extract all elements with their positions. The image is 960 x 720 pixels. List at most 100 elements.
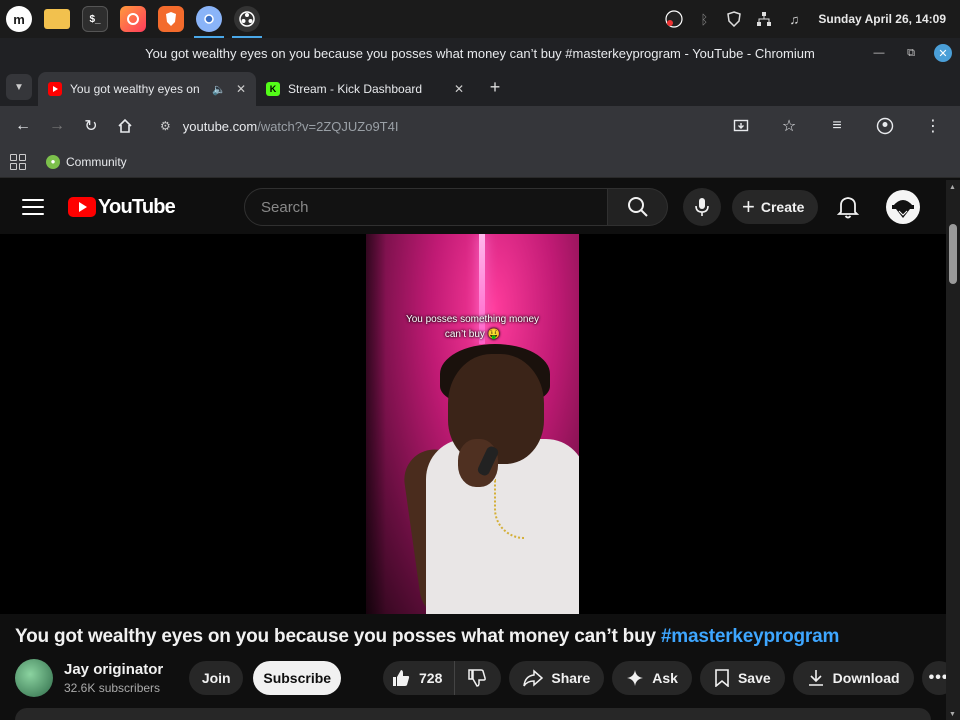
channel-avatar[interactable] bbox=[15, 659, 53, 697]
home-button[interactable] bbox=[110, 111, 140, 141]
address-bar[interactable]: ⚙ youtube.com/watch?v=2ZQJUZo9T4I bbox=[152, 111, 726, 141]
more-horizontal-icon: ••• bbox=[928, 669, 946, 686]
video-actions: 728 Share Ask Save Download •• bbox=[383, 661, 946, 695]
description-box[interactable] bbox=[15, 708, 931, 720]
video-shadow bbox=[366, 234, 386, 614]
files-folder-icon[interactable] bbox=[38, 0, 76, 38]
chromium-app-icon[interactable] bbox=[190, 0, 228, 38]
share-button[interactable]: Share bbox=[509, 661, 605, 695]
create-button[interactable]: + Create bbox=[732, 190, 819, 224]
caption-line-1: You posses something money bbox=[405, 314, 540, 325]
toolbar-actions: ☆ ≡ ⋮ bbox=[726, 111, 952, 141]
caption-line-2: can’t buy 🤑 bbox=[444, 329, 501, 340]
video-title-hashtag[interactable]: #masterkeyprogram bbox=[661, 626, 839, 647]
bookmark-icon bbox=[715, 669, 729, 687]
youtube-play-icon bbox=[68, 197, 96, 217]
page-scrollbar[interactable]: ▲ ▼ bbox=[946, 180, 960, 720]
system-tray: ᛒ ♫ Sunday April 26, 14:09 bbox=[664, 0, 960, 38]
tab-youtube[interactable]: You got wealthy eyes on 🔈 ✕ bbox=[38, 72, 256, 106]
kick-favicon-icon: K bbox=[266, 82, 280, 96]
notifications-bell-icon[interactable] bbox=[836, 194, 860, 220]
tab-close-button[interactable]: ✕ bbox=[454, 82, 464, 96]
reload-button[interactable]: ↻ bbox=[76, 111, 106, 141]
search-button[interactable] bbox=[608, 188, 668, 226]
shield-update-icon[interactable] bbox=[724, 9, 744, 29]
obs-tray-icon[interactable] bbox=[664, 9, 684, 29]
microphone-icon bbox=[695, 198, 709, 216]
bookmark-star-icon[interactable]: ☆ bbox=[774, 111, 804, 141]
brave-app-icon[interactable] bbox=[152, 0, 190, 38]
close-window-button[interactable]: ✕ bbox=[934, 44, 952, 62]
video-frame[interactable]: You posses something money can’t buy 🤑 bbox=[366, 234, 579, 614]
guide-menu-icon[interactable] bbox=[22, 199, 44, 215]
search-icon bbox=[627, 197, 648, 217]
new-tab-button[interactable]: + bbox=[482, 74, 508, 100]
speaker-icon[interactable]: 🔈 bbox=[212, 83, 226, 96]
video-player[interactable]: You posses something money can’t buy 🤑 bbox=[0, 234, 946, 614]
back-button[interactable]: ← bbox=[8, 111, 38, 141]
search-bar: Search bbox=[244, 188, 721, 226]
maximize-button[interactable]: ⧉ bbox=[902, 44, 920, 62]
voice-search-button[interactable] bbox=[683, 188, 721, 226]
youtube-masthead: YouTube Search + Create bbox=[0, 180, 946, 234]
scrollbar-thumb[interactable] bbox=[949, 224, 957, 284]
account-avatar[interactable] bbox=[886, 190, 920, 224]
browser-toolbar: ← → ↻ ⚙ youtube.com/watch?v=2ZQJUZo9T4I … bbox=[0, 106, 960, 146]
join-button[interactable]: Join bbox=[189, 661, 244, 695]
bookmark-community[interactable]: ● Community bbox=[46, 154, 127, 169]
channel-name[interactable]: Jay originator bbox=[64, 661, 163, 678]
ask-label: Ask bbox=[652, 670, 678, 686]
ask-button[interactable]: Ask bbox=[612, 661, 692, 695]
forward-button[interactable]: → bbox=[42, 111, 72, 141]
linux-mint-menu-icon[interactable]: m bbox=[0, 0, 38, 38]
download-button[interactable]: Download bbox=[792, 661, 914, 695]
media-controls-icon[interactable]: ≡ bbox=[822, 111, 852, 141]
more-actions-button[interactable]: ••• bbox=[921, 661, 946, 695]
community-favicon-icon: ● bbox=[46, 154, 60, 169]
video-title-text: You got wealthy eyes on you because you … bbox=[15, 626, 661, 647]
like-dislike-group: 728 bbox=[383, 661, 502, 695]
youtube-logo[interactable]: YouTube bbox=[68, 196, 176, 219]
tab-title: You got wealthy eyes on bbox=[70, 82, 200, 96]
firefox-app-icon[interactable] bbox=[114, 0, 152, 38]
url-host: youtube.com bbox=[182, 118, 258, 134]
subscribe-button[interactable]: Subscribe bbox=[253, 661, 342, 695]
download-label: Download bbox=[832, 670, 900, 686]
share-label: Share bbox=[551, 670, 591, 686]
profile-icon[interactable] bbox=[870, 111, 900, 141]
video-title: You got wealthy eyes on you because you … bbox=[15, 626, 839, 648]
window-controls: — ⧉ ✕ bbox=[870, 44, 952, 62]
dislike-button[interactable] bbox=[455, 661, 501, 695]
apps-grid-icon[interactable] bbox=[10, 153, 26, 170]
terminal-icon[interactable]: $_ bbox=[76, 0, 114, 38]
owner-row: Jay originator 32.6K subscribers Join Su… bbox=[15, 658, 946, 698]
install-app-icon[interactable] bbox=[726, 111, 756, 141]
video-caption: You posses something money can’t buy 🤑 bbox=[366, 312, 579, 342]
like-count: 728 bbox=[419, 670, 443, 686]
plus-icon: + bbox=[742, 194, 755, 219]
site-info-icon[interactable]: ⚙ bbox=[160, 119, 171, 133]
create-label: Create bbox=[760, 199, 805, 215]
tab-strip: ▼ You got wealthy eyes on 🔈 ✕ K Stream -… bbox=[0, 68, 960, 106]
thumbs-down-icon bbox=[468, 669, 487, 687]
tab-search-button[interactable]: ▼ bbox=[6, 74, 32, 100]
search-input[interactable]: Search bbox=[244, 188, 608, 226]
save-button[interactable]: Save bbox=[699, 661, 785, 695]
like-button[interactable]: 728 bbox=[383, 661, 456, 695]
clock[interactable]: Sunday April 26, 14:09 bbox=[818, 12, 946, 26]
bookmark-label: Community bbox=[66, 154, 127, 169]
tab-title: Stream - Kick Dashboard bbox=[288, 82, 423, 96]
tab-close-button[interactable]: ✕ bbox=[236, 82, 246, 96]
window-title: You got wealthy eyes on you because you … bbox=[145, 45, 815, 61]
scroll-down-arrow-icon[interactable]: ▼ bbox=[949, 711, 956, 718]
scroll-up-arrow-icon[interactable]: ▲ bbox=[949, 184, 956, 191]
tab-kick-dashboard[interactable]: K Stream - Kick Dashboard ✕ bbox=[256, 72, 474, 106]
thumbs-up-icon bbox=[393, 670, 410, 686]
obs-app-icon[interactable] bbox=[228, 0, 266, 38]
bookmarks-bar: ● Community bbox=[0, 146, 960, 178]
music-note-icon[interactable]: ♫ bbox=[784, 9, 804, 29]
bluetooth-icon[interactable]: ᛒ bbox=[694, 9, 714, 29]
browser-menu-icon[interactable]: ⋮ bbox=[918, 111, 948, 141]
minimize-button[interactable]: — bbox=[870, 44, 888, 62]
network-icon[interactable] bbox=[754, 9, 774, 29]
